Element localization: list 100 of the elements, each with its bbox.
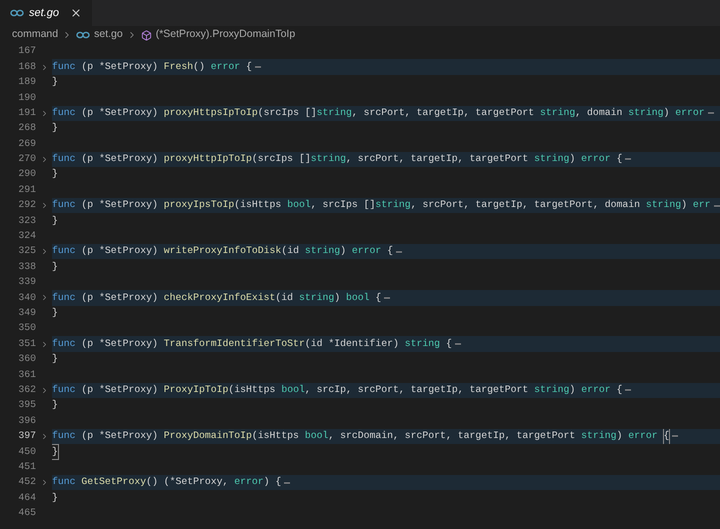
code-token: } (52, 121, 58, 136)
code-token: string (534, 382, 570, 397)
code-token: checkProxyInfoExist (164, 290, 276, 305)
code-token: error (581, 152, 611, 166)
code-token: string (375, 198, 411, 212)
line-number: 450 (17, 444, 36, 458)
line-number: 349 (17, 306, 36, 320)
breadcrumb-item[interactable]: (*SetProxy).ProxyDomainToIp (156, 27, 296, 43)
code-token: , srcDomain, srcPort, targetIp, targetPort (328, 429, 576, 444)
code-token: string (646, 198, 682, 212)
code-token: (isHttps (228, 382, 276, 397)
code-token: { (386, 244, 394, 258)
code-token: } (52, 490, 58, 505)
code-token: error (352, 244, 382, 258)
code-token: func (52, 198, 76, 212)
code-token: TransformIdentifierToStr (164, 336, 305, 351)
code-token: } (52, 444, 58, 460)
line-number: 189 (17, 75, 36, 90)
line-number: 395 (17, 398, 36, 412)
code-token: (p *SetProxy) (80, 382, 159, 397)
code-token: proxyHttpIpToIp (164, 152, 252, 166)
code-token: string (310, 152, 346, 166)
line-number: 325 (17, 244, 36, 258)
code-token: proxyHttpsIpToIp (164, 106, 258, 120)
editor-tab[interactable]: set.go (0, 0, 92, 26)
code-token: ProxyDomainToIp (164, 429, 252, 444)
code-token: string (316, 106, 352, 120)
code-token: () (193, 60, 206, 74)
code-token: func (52, 475, 77, 490)
line-number: 465 (17, 506, 36, 520)
line-number: 361 (17, 368, 36, 382)
code-token: { (245, 60, 252, 74)
code-token: error (628, 429, 659, 444)
code-token: , srcPort, targetIp, targetPort (346, 152, 530, 166)
breadcrumb-item[interactable]: set.go (94, 27, 123, 43)
method-cube-icon (140, 30, 152, 40)
code-token: ) (681, 198, 688, 212)
code-token: ) (334, 290, 342, 305)
code-token: } (52, 75, 58, 90)
code-token: } (52, 352, 58, 366)
code-token: (p *SetProxy) (80, 60, 159, 74)
code-token: (id *Identifier) (304, 336, 400, 351)
code-token: } (52, 260, 58, 274)
tab-label: set.go (29, 6, 59, 21)
code-token: ) { (264, 475, 282, 490)
code-token: func (52, 429, 76, 444)
line-number: 268 (17, 121, 36, 136)
code-token: ) (569, 382, 576, 397)
code-token: (id (281, 244, 300, 258)
line-number: 269 (17, 136, 36, 151)
code-token: ) (616, 429, 624, 444)
code-token: error (581, 382, 611, 397)
code-token: string (404, 336, 440, 351)
code-token: (p *SetProxy) (80, 106, 159, 120)
line-number: 351 (17, 336, 36, 351)
code-token: string (628, 106, 664, 120)
code-token: error (210, 60, 240, 74)
code-token: (p *SetProxy) (80, 429, 159, 444)
go-file-icon (76, 31, 90, 39)
code-token: } (52, 398, 58, 412)
line-number: 339 (17, 275, 36, 290)
code-token: string (581, 429, 616, 444)
line-number: 338 (17, 260, 36, 274)
code-token: bool (304, 429, 328, 444)
code-token: { (615, 152, 622, 166)
line-number: 451 (17, 460, 36, 474)
code-token: (p *SetProxy) (80, 290, 159, 305)
line-number: 168 (17, 60, 36, 74)
line-number: 270 (17, 152, 36, 166)
code-token: string (540, 106, 576, 120)
code-token: (id (275, 290, 294, 305)
code-token: , srcIp, srcPort, targetIp, targetPort (304, 382, 530, 397)
go-file-icon (10, 9, 24, 17)
line-number: 190 (17, 90, 36, 105)
code-token: { (615, 382, 622, 397)
code-token: func (52, 60, 76, 74)
code-token: string (304, 244, 340, 258)
code-token: (srcIps [] (252, 152, 311, 166)
line-number: 362 (17, 382, 36, 397)
line-number: 290 (17, 167, 36, 182)
code-token: (isHttps (252, 429, 300, 444)
code-token: func (52, 336, 76, 351)
code-token: error (234, 475, 264, 490)
close-icon[interactable] (70, 7, 82, 19)
code-token: bool (281, 382, 305, 397)
code-token: func (52, 106, 76, 120)
line-number: 452 (17, 475, 36, 490)
code-token: } (52, 214, 58, 228)
code-token: (p *SetProxy) (80, 152, 159, 166)
code-token: err (692, 198, 711, 212)
line-number: 324 (17, 229, 36, 244)
code-token: error (675, 106, 705, 120)
line-number: 350 (17, 321, 36, 336)
line-number: 340 (17, 290, 36, 305)
code-token: (p *SetProxy) (80, 198, 159, 212)
code-token: bool (346, 290, 370, 305)
code-token: } (52, 306, 58, 320)
breadcrumb-item[interactable]: command (12, 27, 58, 43)
code-token: , srcIps [] (310, 198, 376, 212)
code-token: (isHttps (234, 198, 282, 212)
